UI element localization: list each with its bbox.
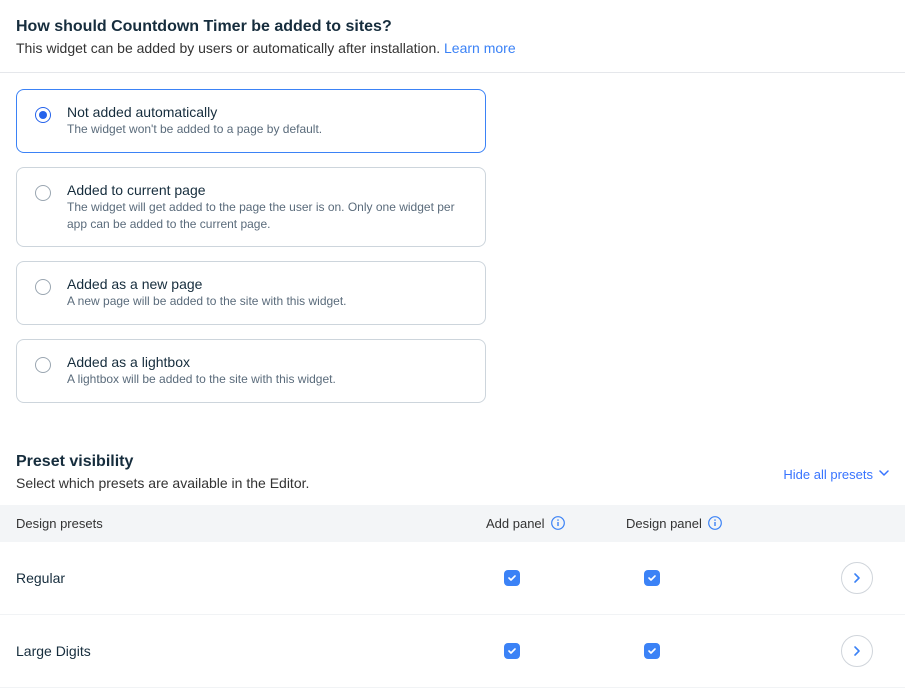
table-row: Large Digits [0, 615, 905, 688]
checkbox-design-panel[interactable] [644, 643, 660, 659]
preset-name: Large Digits [16, 643, 486, 659]
radio-icon [35, 357, 51, 373]
radio-icon [35, 279, 51, 295]
learn-more-link[interactable]: Learn more [444, 40, 516, 56]
col-design-panel-label: Design panel [626, 516, 702, 531]
option-desc: The widget will get added to the page th… [67, 199, 467, 233]
option-label: Not added automatically [67, 104, 322, 120]
option-label: Added as a lightbox [67, 354, 336, 370]
option-added-lightbox[interactable]: Added as a lightbox A lightbox will be a… [16, 339, 486, 403]
radio-icon [35, 185, 51, 201]
hide-link-text: Hide all presets [783, 467, 873, 482]
page-title: How should Countdown Timer be added to s… [16, 18, 889, 36]
preset-title: Preset visibility [16, 453, 309, 471]
option-added-current-page[interactable]: Added to current page The widget will ge… [16, 167, 486, 248]
option-not-added-automatically[interactable]: Not added automatically The widget won't… [16, 89, 486, 153]
option-added-new-page[interactable]: Added as a new page A new page will be a… [16, 261, 486, 325]
option-label: Added to current page [67, 182, 467, 198]
preset-visibility-header: Preset visibility Select which presets a… [0, 433, 905, 505]
col-design-presets: Design presets [16, 516, 486, 531]
expand-row-button[interactable] [841, 562, 873, 594]
option-label: Added as a new page [67, 276, 347, 292]
radio-icon [35, 107, 51, 123]
col-add-panel: Add panel [486, 516, 626, 531]
chevron-down-icon [879, 468, 889, 481]
hide-all-presets-link[interactable]: Hide all presets [783, 467, 889, 482]
preset-name: Regular [16, 570, 486, 586]
option-text: Added as a lightbox A lightbox will be a… [67, 354, 336, 388]
checkbox-design-panel[interactable] [644, 570, 660, 586]
page-subtitle: This widget can be added by users or aut… [16, 40, 889, 56]
checkbox-add-panel[interactable] [504, 570, 520, 586]
info-icon[interactable] [708, 516, 722, 530]
option-desc: The widget won't be added to a page by d… [67, 121, 322, 138]
col-add-panel-label: Add panel [486, 516, 545, 531]
option-text: Not added automatically The widget won't… [67, 104, 322, 138]
presets-table-header: Design presets Add panel Design panel [0, 505, 905, 542]
col-design-panel: Design panel [626, 516, 841, 531]
checkbox-add-panel[interactable] [504, 643, 520, 659]
option-desc: A lightbox will be added to the site wit… [67, 371, 336, 388]
info-icon[interactable] [551, 516, 565, 530]
option-text: Added to current page The widget will ge… [67, 182, 467, 233]
table-row: Regular [0, 542, 905, 615]
preset-title-block: Preset visibility Select which presets a… [16, 453, 309, 491]
add-options-group: Not added automatically The widget won't… [0, 73, 905, 433]
preset-subtitle: Select which presets are available in th… [16, 475, 309, 491]
option-text: Added as a new page A new page will be a… [67, 276, 347, 310]
expand-row-button[interactable] [841, 635, 873, 667]
header-section: How should Countdown Timer be added to s… [0, 0, 905, 72]
subtitle-text: This widget can be added by users or aut… [16, 40, 444, 56]
option-desc: A new page will be added to the site wit… [67, 293, 347, 310]
